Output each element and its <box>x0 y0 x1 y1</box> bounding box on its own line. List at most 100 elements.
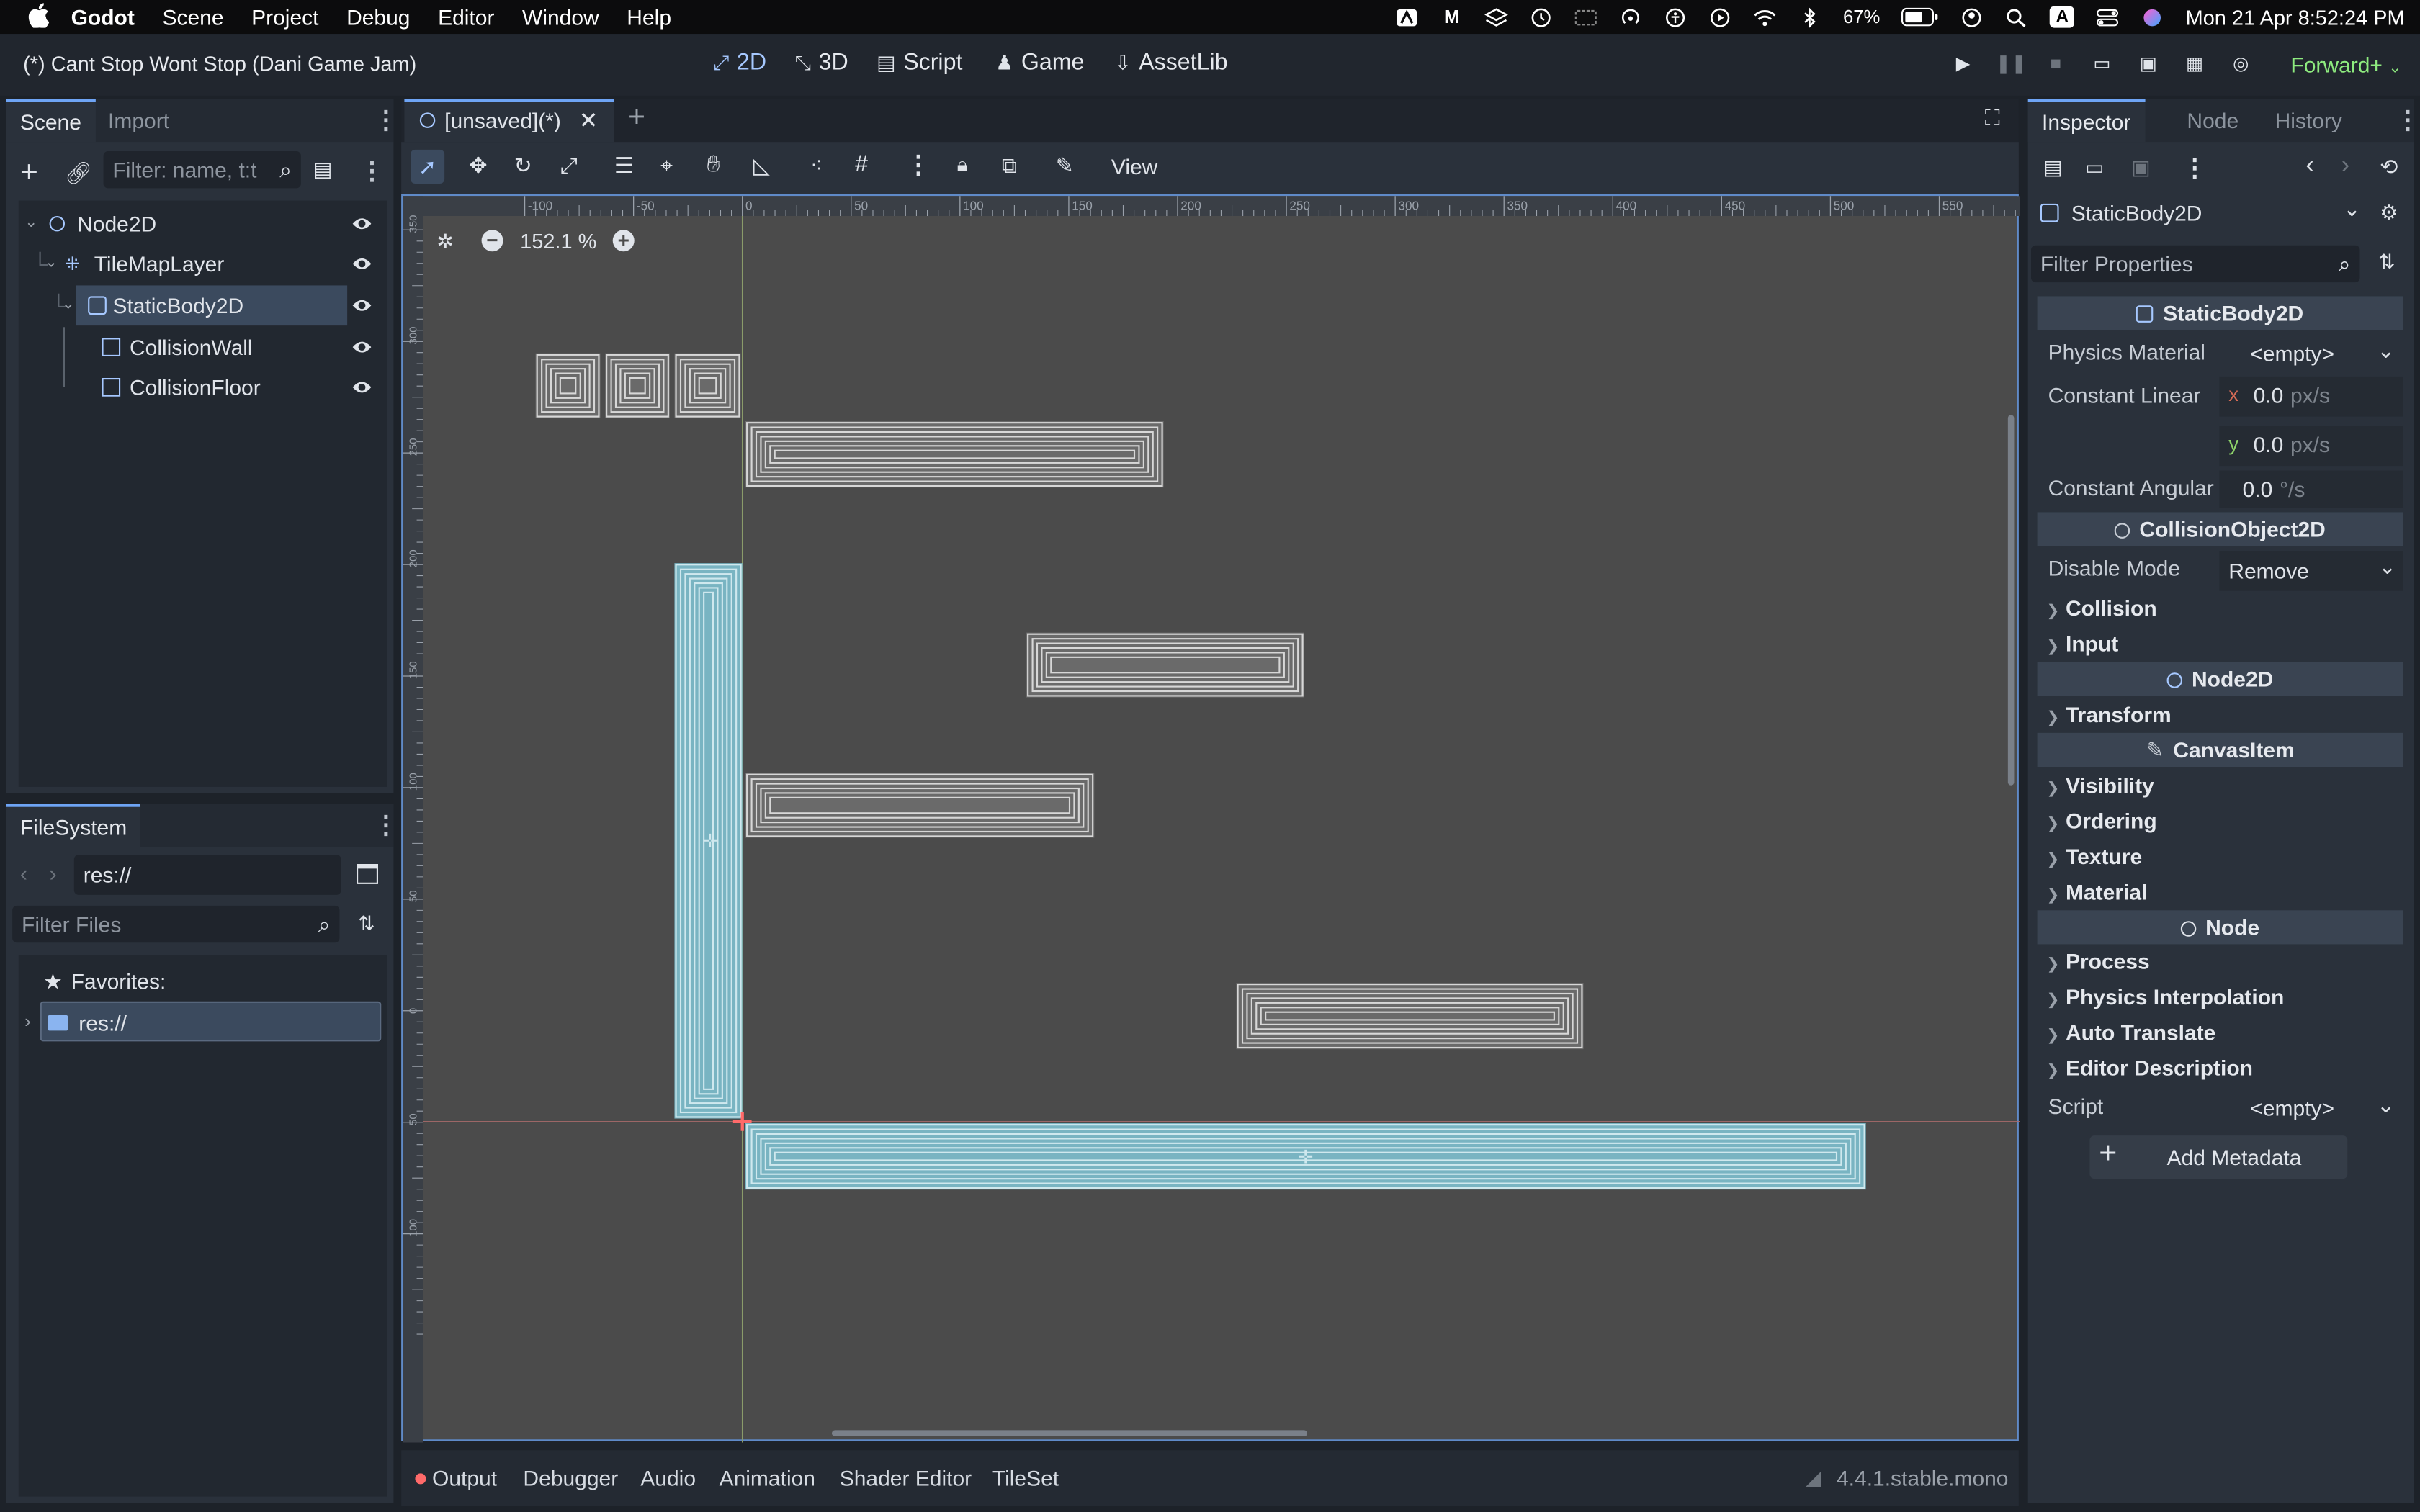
control-center-icon[interactable] <box>2096 7 2119 27</box>
tab-output[interactable]: Output <box>432 1466 497 1490</box>
remote-debug-icon[interactable]: ▭ <box>2088 53 2116 77</box>
linear-y-field[interactable]: y 0.0 px/s <box>2219 426 2403 467</box>
play-circle-icon[interactable] <box>1709 7 1732 27</box>
property-options-icon[interactable]: ⇅ <box>2378 250 2395 274</box>
run-current-scene-icon[interactable]: ▣ <box>2135 53 2163 77</box>
group-icon[interactable]: ⧉ <box>1002 153 1017 179</box>
apple-icon[interactable] <box>28 2 50 32</box>
vertical-scrollbar[interactable] <box>2007 415 2015 786</box>
favorites-row[interactable]: ★ Favorites: <box>19 961 387 1002</box>
workspace-2d-button[interactable]: ⤢ 2D <box>713 50 766 76</box>
group-material[interactable]: ❯ Material <box>2046 879 2147 904</box>
grid-snap-icon[interactable]: # <box>855 151 868 177</box>
viewport-canvas[interactable]: -100 -50 0 50 100 150 200 250 300 350 400 450 500 550… <box>403 196 2021 1443</box>
group-process[interactable]: ❯ Process <box>2046 949 2149 973</box>
wifi-icon[interactable] <box>1754 7 1777 27</box>
visibility-eye-icon[interactable] <box>352 338 372 356</box>
visibility-eye-icon[interactable] <box>352 255 372 274</box>
spotlight-search-icon[interactable] <box>2005 7 2028 27</box>
tree-node-tilemaplayer[interactable]: └ ⌄ ⁜ TileMapLayer <box>19 244 387 284</box>
scene-filter-input[interactable]: Filter: name, t:t ⌕ <box>103 151 301 189</box>
group-physics-interpolation[interactable]: ❯ Physics Interpolation <box>2046 984 2284 1009</box>
object-history-icon[interactable]: ⟲ <box>2380 154 2398 180</box>
object-properties-icon[interactable]: ⚙ <box>2380 201 2398 225</box>
snap-options-icon[interactable]: ⋮ <box>906 150 931 181</box>
airdrop-icon[interactable] <box>1619 7 1642 27</box>
zoom-level[interactable]: 152.1 % <box>520 230 596 253</box>
zoom-in-icon[interactable]: + <box>612 229 635 252</box>
chevron-down-icon[interactable]: ⌄ <box>2377 1092 2395 1118</box>
open-folder-icon[interactable]: ▭ <box>2085 156 2104 180</box>
close-tab-icon[interactable]: ✕ <box>579 107 599 134</box>
group-texture[interactable]: ❯ Texture <box>2046 844 2142 868</box>
version-label[interactable]: 4.4.1.stable.mono <box>1837 1466 2008 1490</box>
move-mode-icon[interactable]: ✥ <box>469 153 487 179</box>
inspector-extra-menu-icon[interactable]: ⋮ <box>2182 153 2207 184</box>
instance-scene-icon[interactable]: 🔗︎ <box>65 161 92 186</box>
group-visibility[interactable]: ❯ Visibility <box>2046 773 2154 798</box>
tab-animation[interactable]: Animation <box>720 1466 815 1490</box>
smart-snap-icon[interactable]: ⁖ <box>810 153 823 179</box>
angular-field[interactable]: 0.0 °/s <box>2219 470 2403 508</box>
menu-window[interactable]: Window <box>522 4 599 29</box>
time-machine-icon[interactable] <box>1530 7 1553 27</box>
group-editor-description[interactable]: ❯ Editor Description <box>2046 1056 2253 1080</box>
scale-mode-icon[interactable]: ⤢ <box>560 153 578 179</box>
layers-icon[interactable] <box>1484 7 1508 27</box>
group-transform[interactable]: ❯ Transform <box>2046 702 2171 726</box>
tab-debugger[interactable]: Debugger <box>523 1466 618 1490</box>
chevron-down-icon[interactable]: ⌄ <box>2377 338 2395 364</box>
tab-inspector[interactable]: Inspector <box>2027 99 2145 143</box>
prop-value[interactable]: <empty> <box>2250 341 2334 366</box>
list-select-icon[interactable]: ☰ <box>614 153 634 179</box>
history-back-icon[interactable]: ‹ <box>2305 153 2313 181</box>
tab-shader-editor[interactable]: Shader Editor <box>840 1466 972 1490</box>
chevron-down-icon[interactable]: ⌄ <box>45 244 58 284</box>
filter-files-input[interactable]: Filter Files ⌕ <box>12 905 340 943</box>
filesystem-path-input[interactable]: res:// <box>73 855 341 895</box>
stop-icon[interactable]: ■ <box>2042 53 2070 77</box>
siri-icon[interactable] <box>2141 7 2164 27</box>
renderer-select[interactable]: Forward+ ⌄ <box>2290 53 2401 77</box>
select-mode-icon[interactable]: ➚ <box>411 149 445 184</box>
prop-value[interactable]: <empty> <box>2250 1095 2334 1120</box>
bluetooth-icon[interactable] <box>1798 6 1821 27</box>
menu-project[interactable]: Project <box>251 4 318 29</box>
chevron-right-icon[interactable]: › <box>24 1011 31 1032</box>
menu-debug[interactable]: Debug <box>346 4 410 29</box>
view-menu[interactable]: View <box>1111 154 1157 179</box>
run-custom-scene-icon[interactable]: ▦ <box>2181 53 2209 77</box>
group-auto-translate[interactable]: ❯ Auto Translate <box>2046 1020 2215 1044</box>
zoom-out-icon[interactable]: − <box>481 230 503 252</box>
menu-scene[interactable]: Scene <box>162 4 223 29</box>
save-icon[interactable]: ▣ <box>2131 156 2150 180</box>
rotate-mode-icon[interactable]: ↻ <box>514 153 532 179</box>
tab-node[interactable]: Node <box>2173 99 2252 142</box>
accessibility-icon[interactable] <box>1664 7 1687 27</box>
sort-files-icon[interactable]: ⇅ <box>358 912 375 936</box>
res-root-folder[interactable]: res:// <box>40 1001 382 1042</box>
chevron-down-icon[interactable]: ⌄ <box>24 204 37 244</box>
input-source-icon[interactable]: A <box>2050 6 2075 28</box>
distraction-free-icon[interactable]: ⛶ <box>1985 105 2000 131</box>
scene-tree-menu-icon[interactable]: ⋮ <box>359 156 384 186</box>
lock-icon[interactable]: 🔒︎ <box>957 153 968 177</box>
toggle-split-mode-icon[interactable] <box>356 864 378 884</box>
menu-help[interactable]: Help <box>627 4 671 29</box>
workspace-3d-button[interactable]: ⤡ 3D <box>795 50 848 76</box>
prop-physics-material[interactable]: Physics Material <empty> ⌄ <box>2038 338 2403 372</box>
inspector-dock-menu-icon[interactable]: ⋮ <box>2396 105 2420 136</box>
new-resource-icon[interactable]: ▤ <box>2043 156 2062 180</box>
center-view-icon[interactable]: ✲ <box>436 230 453 254</box>
disable-mode-dropdown[interactable]: Remove ⌄ <box>2219 551 2403 591</box>
tree-node-staticbody2d[interactable]: StaticBody2D <box>76 285 348 326</box>
menu-app-godot[interactable]: Godot <box>71 4 135 29</box>
workspace-assetlib-button[interactable]: ⇩ AssetLib <box>1114 50 1227 76</box>
status-a-icon[interactable] <box>1396 7 1419 27</box>
skeleton-bone-icon[interactable]: ✎ <box>1056 153 1074 179</box>
tree-node-collisionfloor[interactable]: CollisionFloor <box>19 366 387 408</box>
attach-script-icon[interactable]: ▤ <box>313 158 332 182</box>
visibility-eye-icon[interactable] <box>352 378 372 397</box>
tree-node-collisionwall[interactable]: CollisionWall <box>19 327 387 367</box>
forward-arrow-icon[interactable]: › <box>50 861 57 886</box>
